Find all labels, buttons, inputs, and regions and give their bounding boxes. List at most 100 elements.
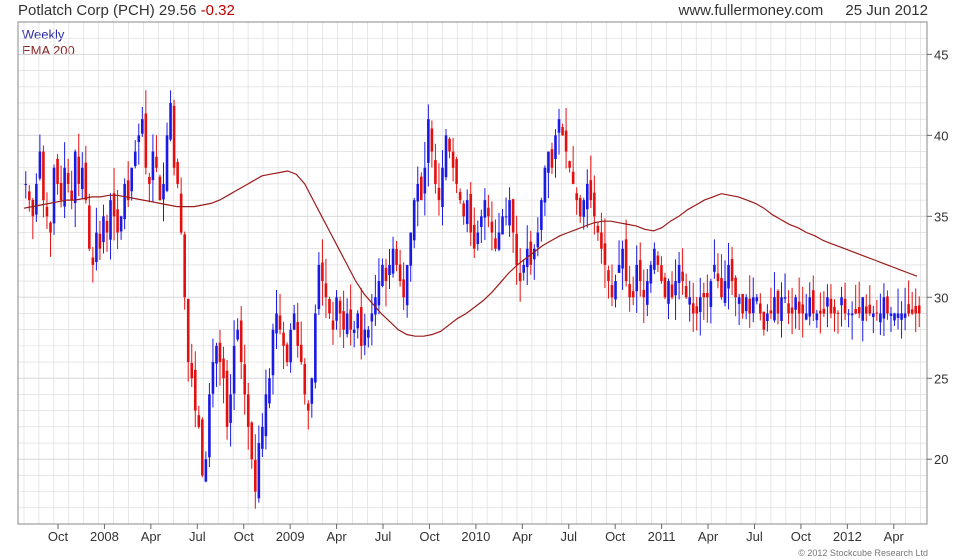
candle-body — [684, 285, 688, 298]
candle-body — [455, 159, 458, 184]
candle-body — [211, 362, 215, 394]
candle-body — [66, 172, 70, 184]
candle-body — [148, 176, 151, 184]
candle-body — [882, 297, 886, 319]
candle-body — [162, 183, 165, 200]
copyright-notice: © 2012 Stockcube Research Ltd — [798, 548, 928, 558]
x-tick-label: Oct — [791, 529, 812, 544]
candle-body — [614, 281, 617, 300]
candle-body — [504, 216, 508, 218]
candle-body — [677, 264, 681, 283]
candle-body — [501, 216, 504, 235]
candle-body — [430, 128, 434, 152]
candle-body — [730, 259, 734, 282]
candle-body — [314, 313, 317, 383]
y-tick-label: 35 — [934, 209, 948, 224]
candle-body — [631, 291, 635, 298]
candle-body — [437, 187, 441, 201]
candle-body — [352, 329, 356, 333]
candle-body — [617, 264, 621, 273]
candle-body — [660, 265, 663, 282]
candle-body — [423, 167, 427, 194]
candle-body — [875, 312, 879, 314]
x-tick-label: Apr — [884, 529, 905, 544]
x-tick-label: 2012 — [833, 529, 862, 544]
candle-body — [787, 303, 790, 314]
candle-body — [896, 313, 900, 318]
candle-body — [543, 167, 547, 203]
candle-body — [808, 297, 812, 317]
candle-body — [681, 271, 684, 282]
candle-body — [822, 308, 826, 314]
x-tick-label: Jul — [375, 529, 392, 544]
y-tick-label: 30 — [934, 290, 948, 305]
candle-body — [261, 426, 264, 449]
candle-body — [349, 309, 352, 330]
candle-body — [465, 200, 469, 225]
candle-body — [317, 264, 321, 309]
candle-body — [42, 151, 45, 201]
candle-body — [843, 298, 847, 314]
candle-body — [236, 329, 239, 340]
candle-body — [405, 264, 409, 306]
candle-body — [826, 297, 829, 307]
x-tick-label: Jul — [746, 529, 763, 544]
candle-body — [582, 200, 586, 217]
x-tick-label: Jul — [560, 529, 577, 544]
candle-body — [197, 415, 201, 427]
candle-body — [773, 297, 776, 321]
candle-body — [783, 297, 787, 299]
x-tick-label: Oct — [48, 529, 69, 544]
candle-body — [232, 345, 236, 394]
candle-body — [123, 183, 126, 220]
candle-body — [515, 233, 518, 265]
candle-body — [172, 105, 176, 168]
candle-body — [804, 313, 808, 320]
candle-body — [472, 224, 476, 249]
candle-body — [469, 193, 473, 233]
candle-body — [716, 273, 720, 282]
candle-body — [370, 313, 374, 322]
candle-body — [744, 297, 748, 312]
candle-body — [292, 313, 296, 330]
candle-body — [222, 358, 225, 379]
candle-body — [52, 167, 56, 224]
candle-body — [303, 363, 307, 395]
candle-body — [257, 443, 261, 499]
price-chart: 20 25 30 35 40 45 Oct 2008 Apr Jul Oct 2009 Apr Jul Oc… — [17, 21, 948, 544]
candle-body — [321, 262, 324, 282]
candle-body — [674, 281, 677, 296]
candle-body — [434, 160, 437, 184]
candle-body — [868, 304, 872, 314]
candle-body — [324, 283, 328, 298]
candle-body — [561, 127, 564, 136]
x-tick-label: Oct — [419, 529, 440, 544]
candle-body — [204, 459, 208, 482]
candle-body — [186, 298, 190, 363]
candle-body — [208, 394, 211, 458]
candle-body — [737, 297, 741, 304]
candle-body — [254, 459, 257, 492]
candle-body — [610, 285, 614, 298]
candle-body — [70, 190, 73, 201]
candle-body — [819, 310, 822, 314]
candle-body — [889, 313, 893, 316]
candle-body — [593, 192, 596, 217]
candle-body — [706, 292, 709, 298]
candle-body — [847, 313, 850, 315]
candle-body — [727, 264, 730, 289]
candle-body — [564, 130, 568, 152]
candle-body — [518, 272, 522, 282]
candle-body — [289, 329, 292, 363]
candle-body — [377, 281, 381, 306]
candle-body — [748, 298, 752, 314]
candle-body — [285, 344, 289, 363]
candle-body — [494, 238, 497, 249]
candle-body — [356, 313, 360, 329]
candle-body — [646, 281, 649, 305]
candle-body — [487, 207, 490, 217]
candle-body — [536, 232, 540, 248]
candle-body — [663, 277, 667, 298]
candle-body — [607, 270, 610, 282]
candle-body — [688, 297, 691, 305]
